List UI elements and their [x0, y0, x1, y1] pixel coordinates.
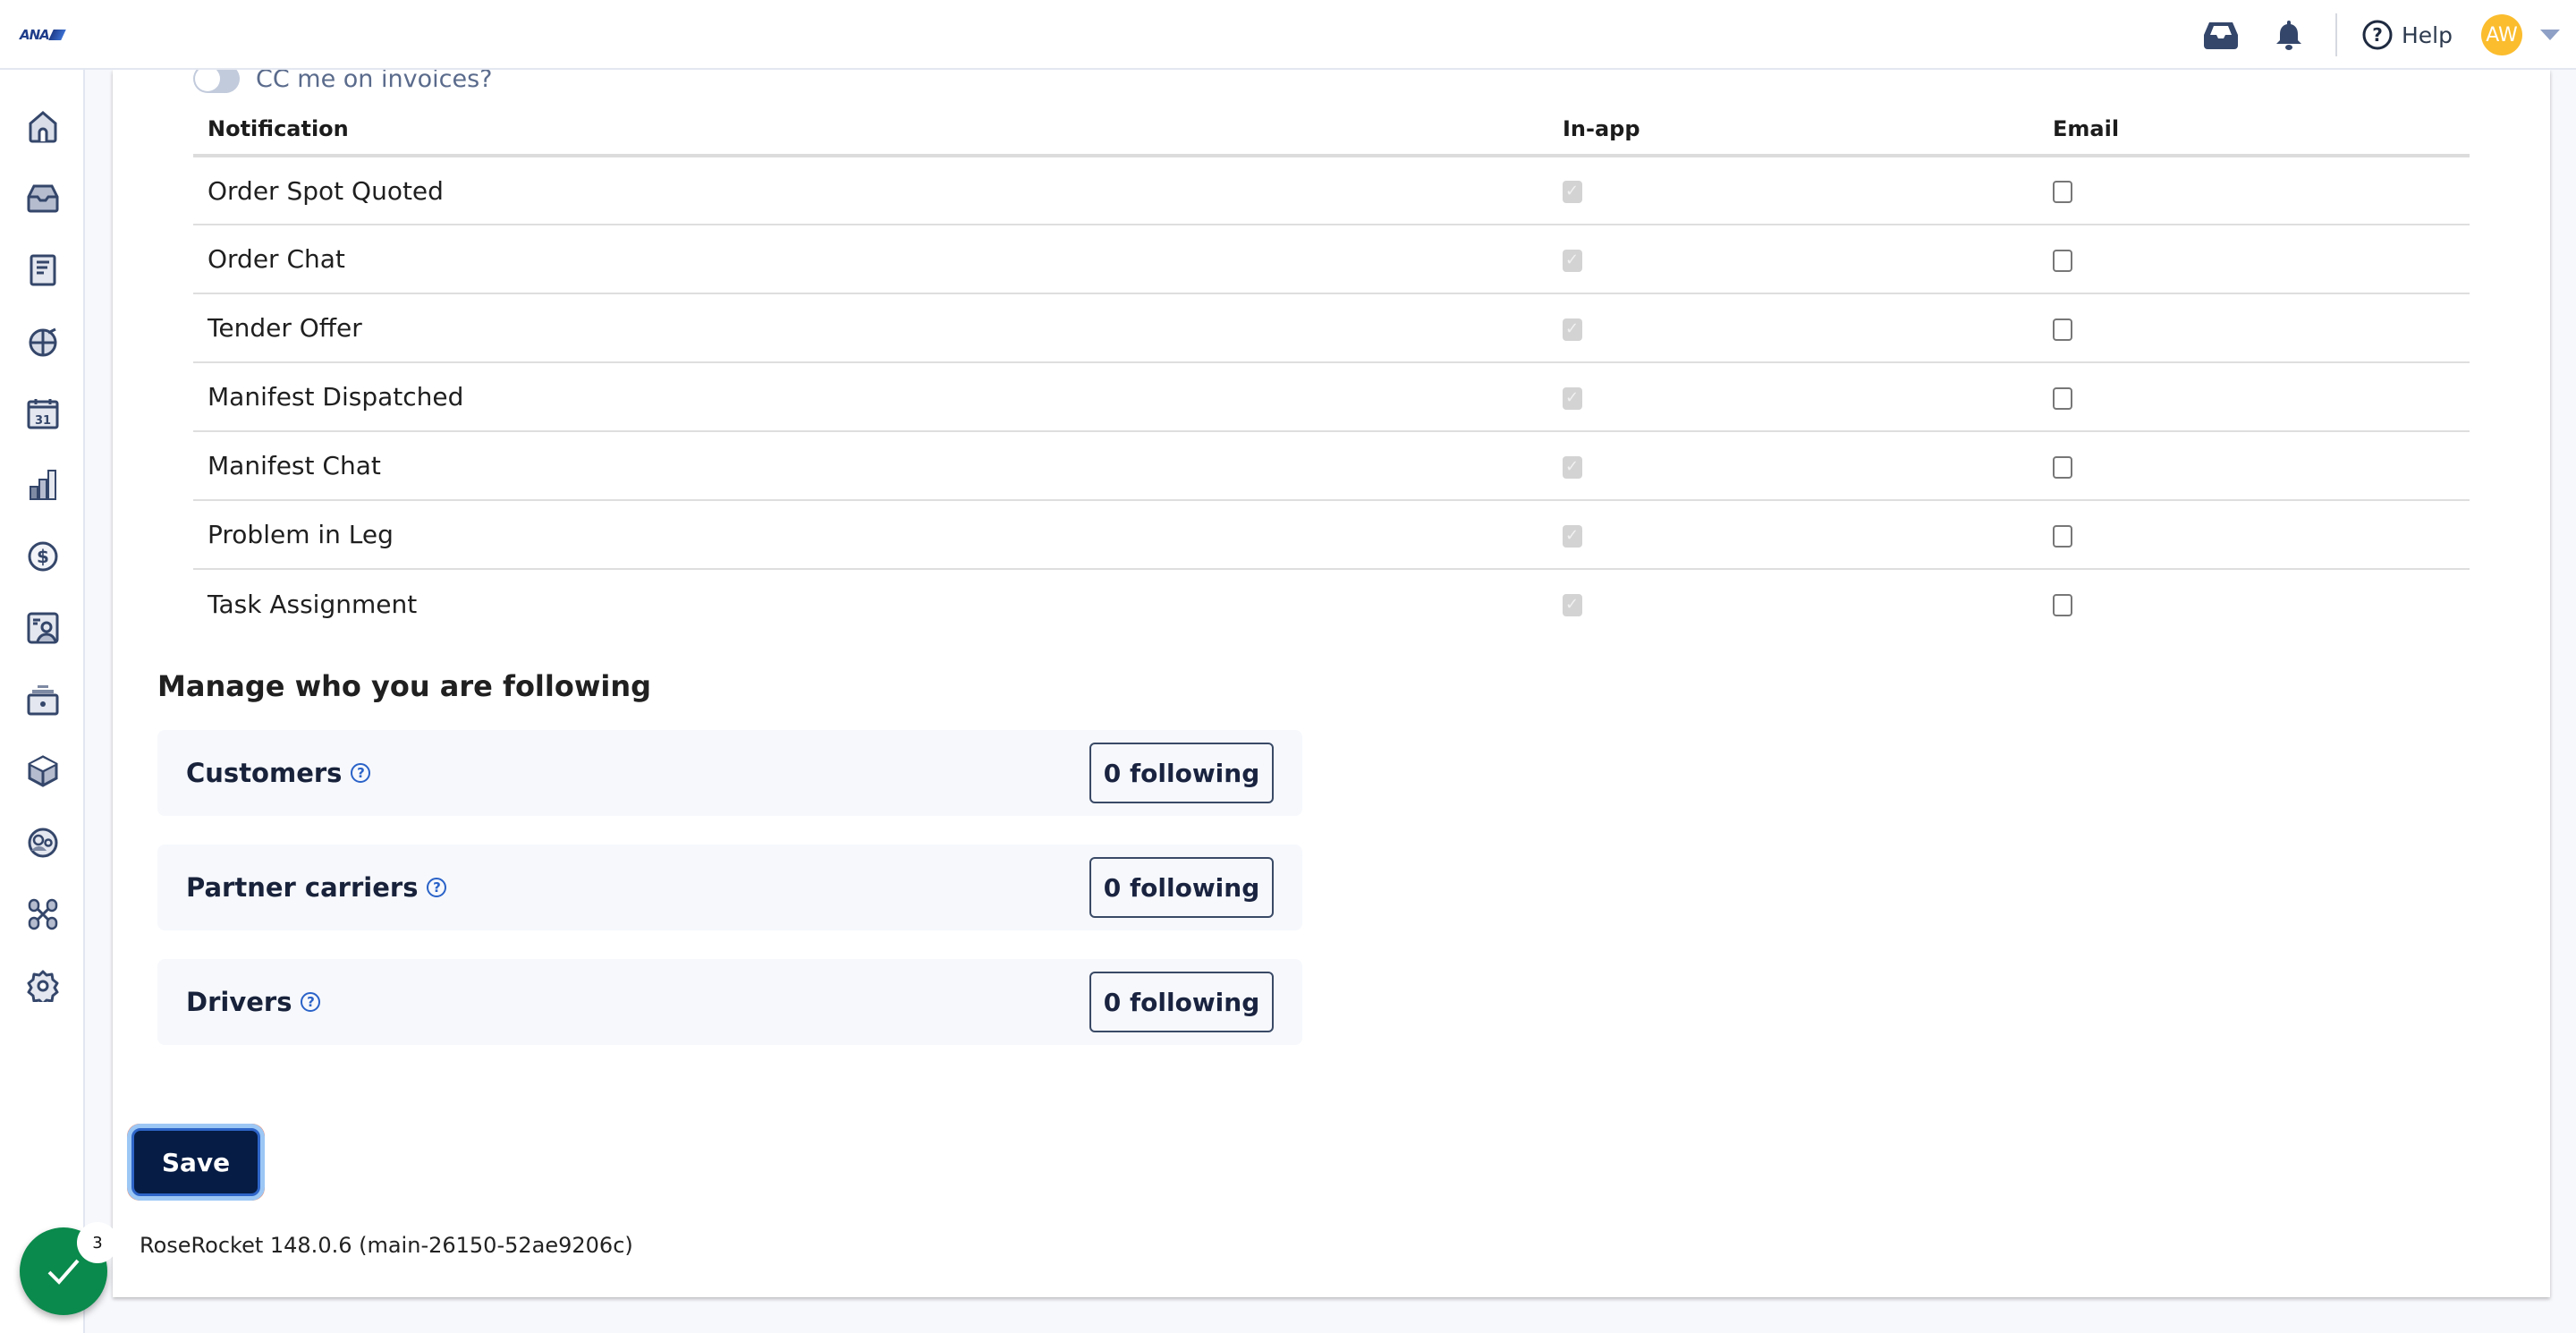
sidebar-item-calendar[interactable]: 31: [25, 395, 61, 431]
divider: [2335, 13, 2337, 56]
following-card-customers: Customers ? 0 following: [157, 730, 1302, 816]
notification-name: Order Spot Quoted: [193, 156, 1548, 225]
notification-name: Manifest Chat: [193, 431, 1548, 501]
table-row: Order Spot Quoted: [193, 156, 2470, 225]
table-row: Tender Offer: [193, 293, 2470, 363]
svg-text:31: 31: [35, 414, 51, 428]
sidebar-item-reports[interactable]: [25, 467, 61, 503]
sidebar-item-integrations[interactable]: [25, 896, 61, 932]
sidebar-item-inbox[interactable]: [25, 181, 61, 217]
save-button[interactable]: Save: [131, 1128, 260, 1196]
sidebar-item-contacts[interactable]: [25, 610, 61, 646]
logo-mark: [47, 30, 66, 40]
top-bar: ANA ? Help AW: [0, 0, 2576, 70]
document-icon: [30, 254, 56, 286]
sidebar-item-tracking[interactable]: [25, 324, 61, 360]
email-checkbox[interactable]: [2053, 249, 2072, 272]
inbox-icon: [27, 184, 59, 213]
checkmark-icon: [47, 1259, 80, 1285]
following-section-title: Manage who you are following: [157, 669, 652, 703]
contact-card-icon: [27, 612, 59, 644]
table-header-row: Notification In-app Email: [193, 104, 2470, 157]
following-card-drivers: Drivers ? 0 following: [157, 959, 1302, 1045]
email-checkbox[interactable]: [2053, 318, 2072, 341]
sidebar-item-documents[interactable]: [25, 252, 61, 288]
table-row: Problem in Leg: [193, 500, 2470, 570]
help-icon[interactable]: ?: [301, 992, 321, 1012]
help-icon: ?: [2362, 20, 2393, 50]
help-icon[interactable]: ?: [351, 763, 371, 783]
in-app-checkbox: [1563, 524, 1582, 548]
in-app-checkbox: [1563, 594, 1582, 616]
globe-icon: [29, 327, 57, 357]
column-header-email: Email: [2038, 104, 2470, 157]
column-header-notification: Notification: [193, 104, 1548, 157]
email-checkbox[interactable]: [2053, 455, 2072, 479]
calendar-icon: 31: [27, 399, 59, 429]
help-label: Help: [2402, 21, 2453, 48]
sidebar-item-inventory[interactable]: [25, 753, 61, 789]
version-text: RoseRocket 148.0.6 (main-26150-52ae9206c…: [140, 1233, 633, 1258]
avatar-initials: AW: [2486, 23, 2518, 47]
inbox-button[interactable]: [2203, 17, 2239, 53]
fab-count-badge: 3: [77, 1222, 118, 1263]
email-checkbox[interactable]: [2053, 524, 2072, 548]
following-card-partner-carriers: Partner carriers ? 0 following: [157, 845, 1302, 930]
in-app-checkbox: [1563, 318, 1582, 341]
customers-following-button[interactable]: 0 following: [1089, 743, 1274, 803]
sidebar-item-home[interactable]: [25, 109, 61, 145]
partner-carriers-following-button[interactable]: 0 following: [1089, 857, 1274, 918]
following-label: Drivers: [186, 987, 292, 1017]
sidebar-item-billing[interactable]: $: [25, 539, 61, 574]
settings-content-panel: CC me on invoices? Notification In-app E…: [113, 64, 2550, 1297]
save-button-focus-ring: Save: [127, 1124, 265, 1201]
user-avatar[interactable]: AW: [2481, 14, 2522, 55]
dollar-icon: $: [28, 541, 58, 572]
email-checkbox[interactable]: [2053, 181, 2072, 203]
notifications-table: Notification In-app Email Order Spot Quo…: [193, 104, 2470, 638]
table-row: Task Assignment: [193, 569, 2470, 638]
in-app-checkbox: [1563, 181, 1582, 203]
gear-icon: [27, 970, 59, 1002]
notification-name: Problem in Leg: [193, 500, 1548, 570]
svg-text:$: $: [37, 546, 49, 567]
sidebar-item-users[interactable]: [25, 825, 61, 861]
sidebar: 31 $: [0, 70, 85, 1333]
following-label: Customers: [186, 758, 343, 788]
home-icon: [29, 111, 57, 143]
inbox-icon: [2204, 22, 2238, 49]
in-app-checkbox: [1563, 249, 1582, 272]
table-row: Manifest Dispatched: [193, 362, 2470, 432]
in-app-checkbox: [1563, 455, 1582, 479]
box-icon: [28, 755, 58, 787]
email-checkbox[interactable]: [2053, 594, 2072, 616]
table-row: Order Chat: [193, 225, 2470, 294]
notification-name: Manifest Dispatched: [193, 362, 1548, 432]
user-menu-caret-icon[interactable]: [2540, 30, 2560, 40]
drawer-icon: [27, 685, 59, 716]
notifications-button[interactable]: [2271, 17, 2307, 53]
users-icon: [28, 828, 58, 858]
sidebar-item-assets[interactable]: [25, 682, 61, 717]
logo-text: ANA: [20, 27, 50, 43]
sidebar-item-settings[interactable]: [25, 968, 61, 1004]
bar-chart-icon: [30, 470, 56, 500]
help-icon[interactable]: ?: [427, 878, 447, 897]
svg-text:?: ?: [2372, 24, 2383, 46]
ana-logo[interactable]: ANA: [20, 27, 66, 43]
email-checkbox[interactable]: [2053, 386, 2072, 410]
drivers-following-button[interactable]: 0 following: [1089, 972, 1274, 1032]
column-header-in-app: In-app: [1548, 104, 2038, 157]
notification-name: Tender Offer: [193, 293, 1548, 363]
following-label: Partner carriers: [186, 872, 419, 903]
table-row: Manifest Chat: [193, 431, 2470, 501]
in-app-checkbox: [1563, 386, 1582, 410]
network-icon: [28, 898, 58, 930]
notification-name: Task Assignment: [208, 589, 418, 619]
bell-icon: [2276, 21, 2301, 50]
status-fab[interactable]: 3: [20, 1222, 118, 1315]
help-button[interactable]: ? Help: [2362, 20, 2453, 50]
notification-name: Order Chat: [193, 225, 1548, 294]
